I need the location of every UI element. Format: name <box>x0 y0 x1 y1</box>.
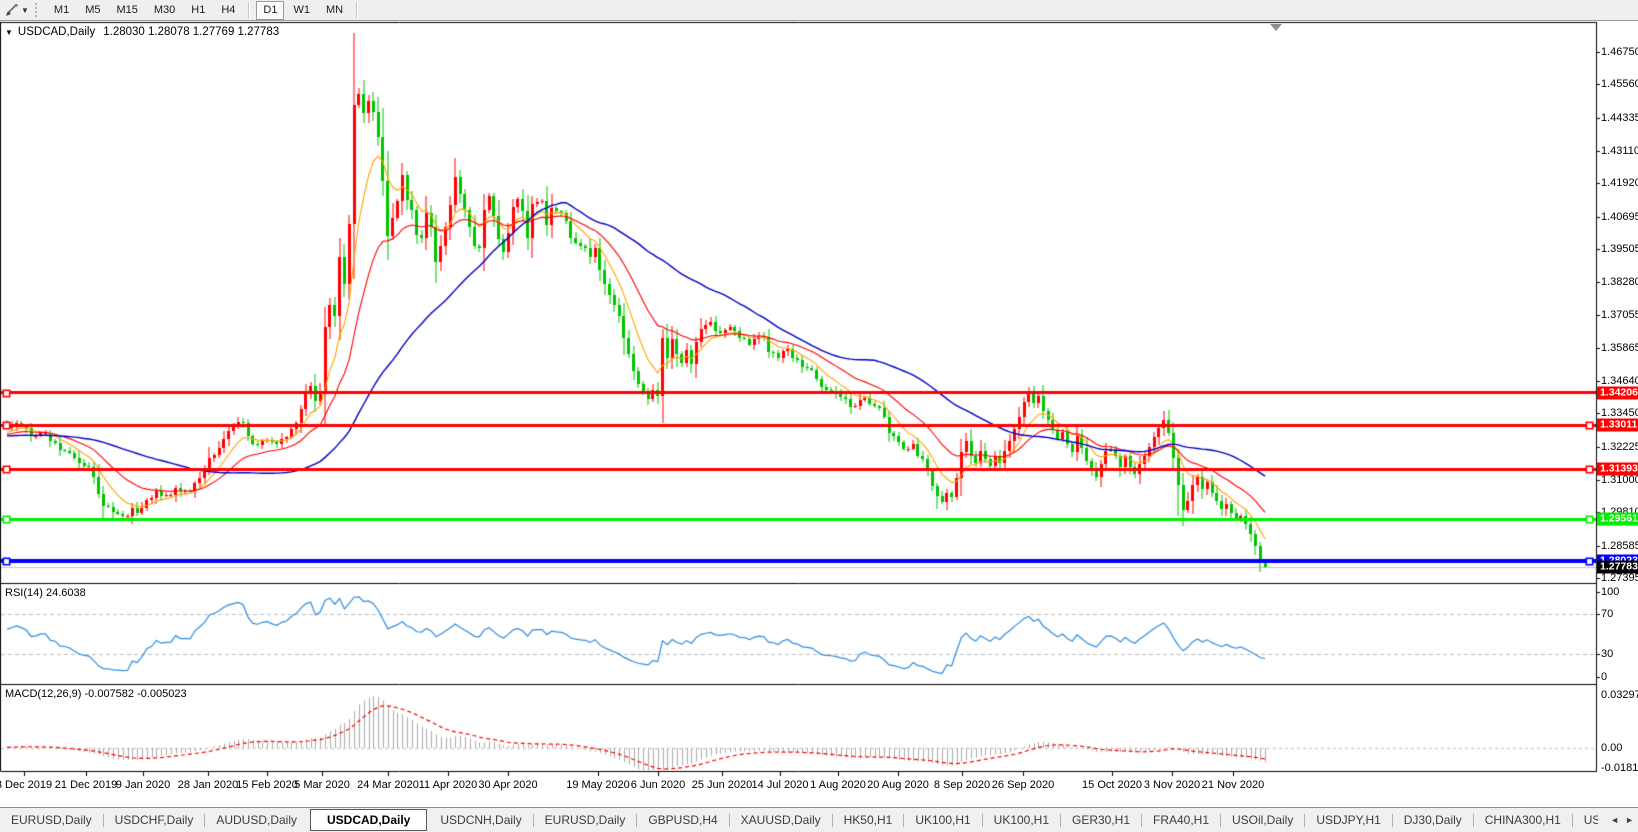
price-tick-label: 1.34640 <box>1601 375 1638 387</box>
hline-price-tag: 1.33011 <box>1597 419 1638 432</box>
timeframe-button-m30[interactable]: M30 <box>147 1 182 20</box>
date-tick-label: 5 Mar 2020 <box>294 779 350 791</box>
date-tick-label: 26 Sep 2020 <box>992 779 1054 791</box>
chart-symbol-label: USDCAD,Daily <box>18 26 95 38</box>
timeframe-button-h4[interactable]: H4 <box>214 1 242 20</box>
chart-ohlc-values: 1.28030 1.28078 1.27769 1.27783 <box>103 26 279 38</box>
timeframe-button-h1[interactable]: H1 <box>184 1 212 20</box>
date-tick-label: 25 Jun 2020 <box>692 779 753 791</box>
toolbar: ▼ M1M5M15M30H1H4 D1W1MN <box>0 0 1638 21</box>
timeframe-button-m15[interactable]: M15 <box>109 1 144 20</box>
rsi-indicator-label: RSI(14) 24.6038 <box>5 587 86 599</box>
date-tick-label: 28 Jan 2020 <box>178 779 239 791</box>
timeframe-button-m1[interactable]: M1 <box>47 1 76 20</box>
date-tick-label: 19 May 2020 <box>566 779 630 791</box>
date-tick-label: 14 Jul 2020 <box>752 779 809 791</box>
price-tick-label: 1.40695 <box>1601 211 1638 223</box>
chart-tab-eurusd[interactable]: EURUSD,Daily <box>0 810 103 830</box>
date-tick-label: 30 Apr 2020 <box>478 779 537 791</box>
price-tick-label: 1.46750 <box>1601 46 1638 58</box>
toolbar-separator <box>248 2 250 18</box>
price-tick-label: 1.28585 <box>1601 540 1638 552</box>
chart-tab-hk50[interactable]: HK50,H1 <box>833 810 904 830</box>
chart-tabs-bar: EURUSD,DailyUSDCHF,DailyAUDUSD,DailyUSDC… <box>0 807 1638 832</box>
chevron-down-icon[interactable]: ▼ <box>21 6 29 15</box>
rsi-value: 24.6038 <box>46 587 86 599</box>
chart-tab-xauusd[interactable]: XAUUSD,Daily <box>730 810 832 830</box>
timeframe-button-w1[interactable]: W1 <box>286 1 317 20</box>
hline-price-tag: 1.29561 <box>1597 513 1638 526</box>
chart-tab-usdcad[interactable]: USDCAD,Daily <box>310 809 427 831</box>
tab-scroll-right-icon[interactable]: ► <box>1625 815 1634 825</box>
timeframe-button-d1[interactable]: D1 <box>256 1 284 20</box>
toolbar-grip[interactable] <box>35 3 40 17</box>
chart-tab-usdchf[interactable]: USDCHF,Daily <box>104 810 205 830</box>
price-tick-label: 1.41920 <box>1601 177 1638 189</box>
chart-tab-gbpusd[interactable]: GBPUSD,H4 <box>637 810 728 830</box>
hline-price-tag: 1.34206 <box>1597 386 1638 399</box>
tab-scroll-controls: ◄ ► <box>1598 808 1638 831</box>
chart-canvas[interactable] <box>0 0 1638 831</box>
timeframe-button-mn[interactable]: MN <box>319 1 350 20</box>
tab-scroll-left-icon[interactable]: ◄ <box>1610 815 1619 825</box>
price-tick-label: 1.45560 <box>1601 78 1638 90</box>
date-tick-label: 3 Dec 2019 <box>0 779 52 791</box>
mt4-window: { "toolbar": { "timeframes": ["M1","M5",… <box>0 0 1638 831</box>
macd-tick-label: -0.018154 <box>1601 762 1638 774</box>
rsi-tick-label: 30 <box>1601 648 1613 660</box>
timeframe-button-m5[interactable]: M5 <box>78 1 107 20</box>
chart-tab-fra40[interactable]: FRA40,H1 <box>1142 810 1220 830</box>
date-tick-label: 11 Apr 2020 <box>419 779 478 791</box>
date-tick-label: 21 Nov 2020 <box>1202 779 1264 791</box>
rsi-tick-label: 70 <box>1601 608 1613 620</box>
chart-tab-china300[interactable]: CHINA300,H1 <box>1474 810 1572 830</box>
date-tick-label: 1 Aug 2020 <box>810 779 866 791</box>
toolbar-separator <box>356 2 358 18</box>
macd-indicator-label: MACD(12,26,9) -0.007582 -0.005023 <box>5 688 187 700</box>
price-tick-label: 1.38280 <box>1601 276 1638 288</box>
macd-tick-label: 0.00 <box>1601 742 1622 754</box>
current-price-tag: 1.27783 <box>1597 561 1638 574</box>
price-tick-label: 1.33450 <box>1601 407 1638 419</box>
one-click-trading-arrow-icon[interactable]: ▼ <box>5 28 13 37</box>
chart-tab-uk100[interactable]: UK100,H1 <box>904 810 981 830</box>
macd-name: MACD(12,26,9) <box>5 688 81 700</box>
chart-tab-usdcnh[interactable]: USDCNH,Daily <box>429 810 532 830</box>
macd-values: -0.007582 -0.005023 <box>84 688 186 700</box>
chart-shift-marker-icon[interactable] <box>1270 24 1282 31</box>
rsi-tick-label: 100 <box>1601 586 1619 598</box>
chart-tab-uk100[interactable]: UK100,H1 <box>983 810 1060 830</box>
price-tick-label: 1.44335 <box>1601 112 1638 124</box>
hline-price-tag: 1.31393 <box>1597 463 1638 476</box>
date-tick-label: 20 Aug 2020 <box>867 779 929 791</box>
date-tick-label: 15 Feb 2020 <box>236 779 298 791</box>
date-tick-label: 21 Dec 2019 <box>55 779 117 791</box>
cursor-tool-icon[interactable] <box>3 2 21 18</box>
date-tick-label: 3 Nov 2020 <box>1144 779 1200 791</box>
date-tick-label: 24 Mar 2020 <box>357 779 419 791</box>
macd-tick-label: 0.032972 <box>1601 689 1638 701</box>
date-tick-label: 15 Oct 2020 <box>1082 779 1142 791</box>
chart-tab-ger30[interactable]: GER30,H1 <box>1061 810 1141 830</box>
rsi-tick-label: 0 <box>1601 671 1607 683</box>
chart-tab-usdjpy[interactable]: USDJPY,H1 <box>1305 810 1391 830</box>
chart-tab-eurusd[interactable]: EURUSD,Daily <box>534 810 637 830</box>
date-tick-label: 9 Jan 2020 <box>116 779 170 791</box>
price-tick-label: 1.43110 <box>1601 145 1638 157</box>
rsi-name: RSI(14) <box>5 587 43 599</box>
date-tick-label: 6 Jun 2020 <box>631 779 685 791</box>
chart-tab-dj30[interactable]: DJ30,Daily <box>1393 810 1473 830</box>
price-tick-label: 1.37055 <box>1601 309 1638 321</box>
price-tick-label: 1.32225 <box>1601 441 1638 453</box>
price-tick-label: 1.39505 <box>1601 243 1638 255</box>
date-tick-label: 8 Sep 2020 <box>934 779 990 791</box>
chart-tab-audusd[interactable]: AUDUSD,Daily <box>205 810 308 830</box>
chart-tab-usoil[interactable]: USOil,Daily <box>1221 810 1304 830</box>
price-tick-label: 1.35865 <box>1601 342 1638 354</box>
chart-title: ▼ USDCAD,Daily 1.28030 1.28078 1.27769 1… <box>5 26 279 38</box>
